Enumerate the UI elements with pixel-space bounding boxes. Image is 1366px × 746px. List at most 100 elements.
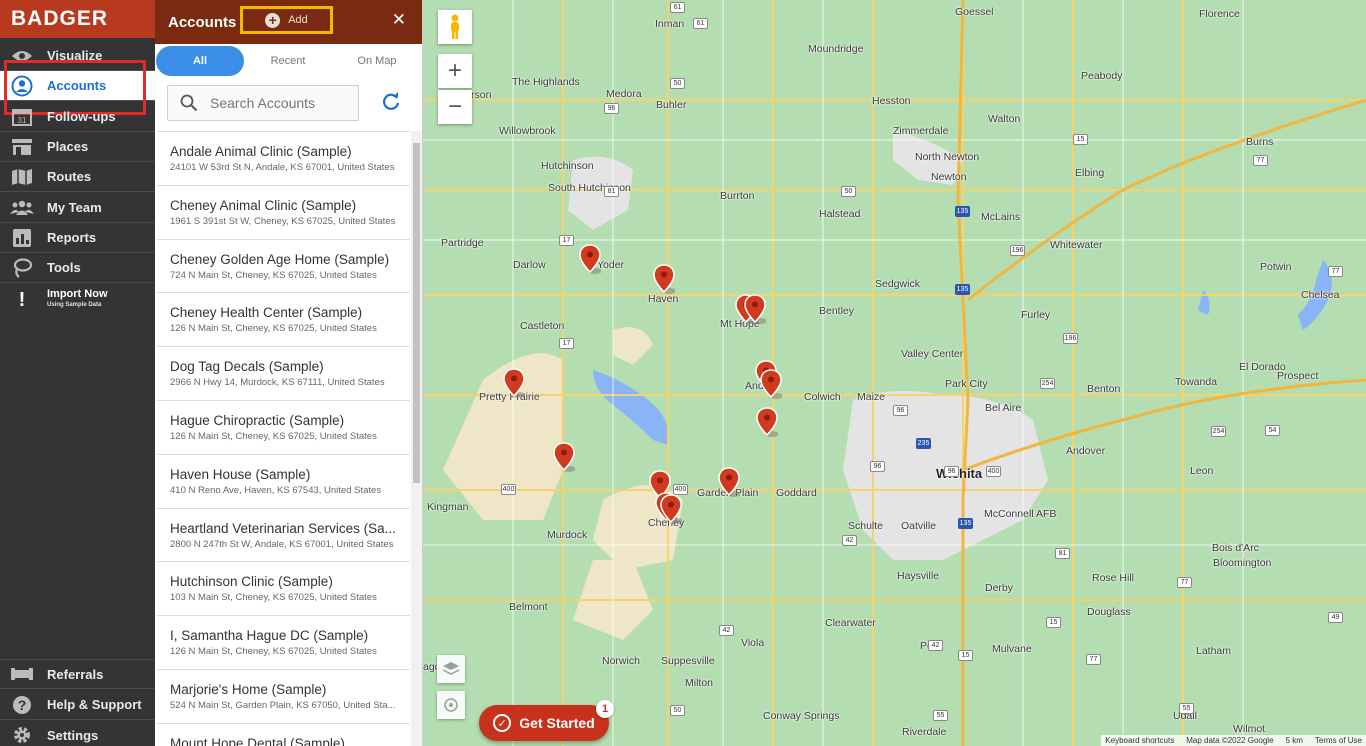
referral-icon: [10, 663, 34, 685]
lasso-icon: [10, 257, 34, 279]
get-started-button[interactable]: ✓ Get Started: [479, 705, 609, 741]
account-map-pin[interactable]: [718, 467, 741, 497]
tab-recent[interactable]: Recent: [244, 55, 332, 67]
nav-item-follow-ups[interactable]: 31 Follow-ups: [0, 102, 155, 132]
help-icon: ?: [10, 694, 34, 716]
my-location-button[interactable]: [437, 691, 465, 719]
account-row[interactable]: Marjorie's Home (Sample) 524 N Main St, G…: [157, 670, 410, 724]
gear-icon: [10, 724, 34, 746]
scrollbar-thumb[interactable]: [413, 143, 420, 483]
highway-shield: 400: [501, 484, 516, 495]
zoom-out-button[interactable]: −: [438, 90, 472, 124]
nav-item-help-support[interactable]: ? Help & Support: [0, 690, 155, 720]
nav-label: Follow-ups: [47, 109, 116, 124]
account-address: 126 N Main St, Cheney, KS 67025, United …: [170, 430, 377, 442]
town-label: Suppesville: [661, 655, 715, 667]
highway-shield: 96: [944, 466, 959, 477]
tab-all[interactable]: All: [156, 46, 244, 76]
list-scrollbar[interactable]: [411, 131, 422, 746]
town-label: Wichita: [936, 466, 983, 481]
nav-item-places[interactable]: Places: [0, 132, 155, 162]
town-label: Bois d'Arc: [1212, 542, 1259, 554]
nav-item-settings[interactable]: Settings: [0, 720, 155, 746]
town-label: Clearwater: [825, 617, 876, 629]
nav-label: Tools: [47, 260, 81, 275]
nav-label: Places: [47, 139, 89, 154]
town-label: Haysville: [897, 570, 940, 582]
highway-shield: 15: [1073, 134, 1088, 145]
search-input[interactable]: [210, 95, 350, 111]
account-map-pin[interactable]: [579, 244, 602, 274]
highway-shield: 196: [1063, 333, 1078, 344]
highway-shield: 54: [1265, 425, 1280, 436]
nav-item-my-team[interactable]: My Team: [0, 193, 155, 223]
import-subtitle: Using Sample Data: [47, 302, 102, 308]
town-label: Colwich: [804, 391, 841, 403]
refresh-icon: [383, 92, 400, 110]
account-row[interactable]: I, Samantha Hague DC (Sample) 126 N Main …: [157, 616, 410, 670]
account-map-pin[interactable]: [756, 407, 779, 437]
account-row[interactable]: Cheney Animal Clinic (Sample) 1961 S 391s…: [157, 186, 410, 240]
account-map-pin[interactable]: [653, 264, 676, 294]
account-row[interactable]: Cheney Golden Age Home (Sample) 724 N Mai…: [157, 240, 410, 294]
account-address: 126 N Main St, Cheney, KS 67025, United …: [170, 323, 377, 335]
town-label: McConnell AFB: [984, 508, 1057, 520]
nav-item-routes[interactable]: Routes: [0, 162, 155, 192]
account-map-pin[interactable]: [503, 368, 526, 398]
account-map-pin[interactable]: [760, 369, 783, 399]
town-label: Bentley: [819, 305, 855, 317]
account-name: Hutchinson Clinic (Sample): [170, 574, 333, 590]
account-row[interactable]: Hague Chiropractic (Sample) 126 N Main St…: [157, 401, 410, 455]
town-label: Castleton: [520, 320, 565, 332]
account-map-pin[interactable]: [553, 442, 576, 472]
account-map-pin[interactable]: [744, 294, 767, 324]
nav-item-referrals[interactable]: Referrals: [0, 659, 155, 689]
account-row[interactable]: Dog Tag Decals (Sample) 2966 N Hwy 14, Mu…: [157, 347, 410, 401]
account-row[interactable]: Andale Animal Clinic (Sample) 24101 W 53r…: [157, 132, 410, 186]
layers-icon: [442, 662, 460, 675]
street-view-pegman-button[interactable]: [438, 10, 472, 44]
town-label: Mulvane: [992, 643, 1032, 655]
nav-item-import-now[interactable]: ! Import Now Using Sample Data: [0, 284, 155, 316]
account-name: Mount Hope Dental (Sample): [170, 735, 345, 746]
layers-button[interactable]: [437, 655, 465, 683]
town-label: Douglass: [1087, 606, 1131, 618]
map-view[interactable]: Goessel Florence Inman Moundridge Peabody The…: [423, 0, 1366, 746]
town-label: Potwin: [1260, 261, 1292, 273]
nav-label: Help & Support: [47, 697, 142, 712]
account-map-pin[interactable]: [660, 494, 683, 524]
team-icon: [10, 197, 34, 219]
highway-shield: 135: [955, 206, 970, 217]
nav-item-tools[interactable]: Tools: [0, 253, 155, 283]
close-panel-button[interactable]: ✕: [392, 10, 406, 30]
nav-item-reports[interactable]: Reports: [0, 223, 155, 253]
highway-shield: 50: [670, 78, 685, 89]
highway-shield: 196: [1010, 245, 1025, 256]
tab-on-map[interactable]: On Map: [332, 55, 422, 67]
account-name: Andale Animal Clinic (Sample): [170, 144, 352, 159]
terms-link[interactable]: Terms of Use: [1315, 736, 1362, 745]
refresh-button[interactable]: [380, 91, 402, 113]
town-label: McLains: [981, 211, 1021, 223]
account-row[interactable]: Haven House (Sample) 410 N Reno Ave, Have…: [157, 455, 410, 509]
logo-text: BADGER: [11, 7, 109, 30]
search-box[interactable]: [167, 85, 359, 121]
town-label: rson: [471, 89, 492, 101]
town-label: Milton: [685, 677, 714, 689]
town-label: Haven: [648, 293, 679, 305]
add-account-button[interactable]: + Add: [240, 6, 333, 34]
account-row[interactable]: Mount Hope Dental (Sample): [157, 724, 410, 746]
town-label: Moundridge: [808, 43, 864, 55]
account-row[interactable]: Heartland Veterinarian Services (Sa... 28…: [157, 509, 410, 563]
highway-shield: 15: [1046, 617, 1061, 628]
zoom-in-button[interactable]: +: [438, 54, 472, 88]
search-row: [155, 78, 422, 130]
crosshair-icon: [444, 698, 458, 712]
town-label: Park City: [945, 378, 988, 390]
account-row[interactable]: Hutchinson Clinic (Sample) 103 N Main St,…: [157, 562, 410, 617]
search-icon: [180, 94, 198, 112]
badger-logo[interactable]: BADGER: [0, 0, 155, 38]
keyboard-shortcuts-link[interactable]: Keyboard shortcuts: [1105, 736, 1174, 745]
account-row[interactable]: Cheney Health Center (Sample) 126 N Main …: [157, 293, 410, 348]
highway-shield: 61: [670, 2, 685, 13]
